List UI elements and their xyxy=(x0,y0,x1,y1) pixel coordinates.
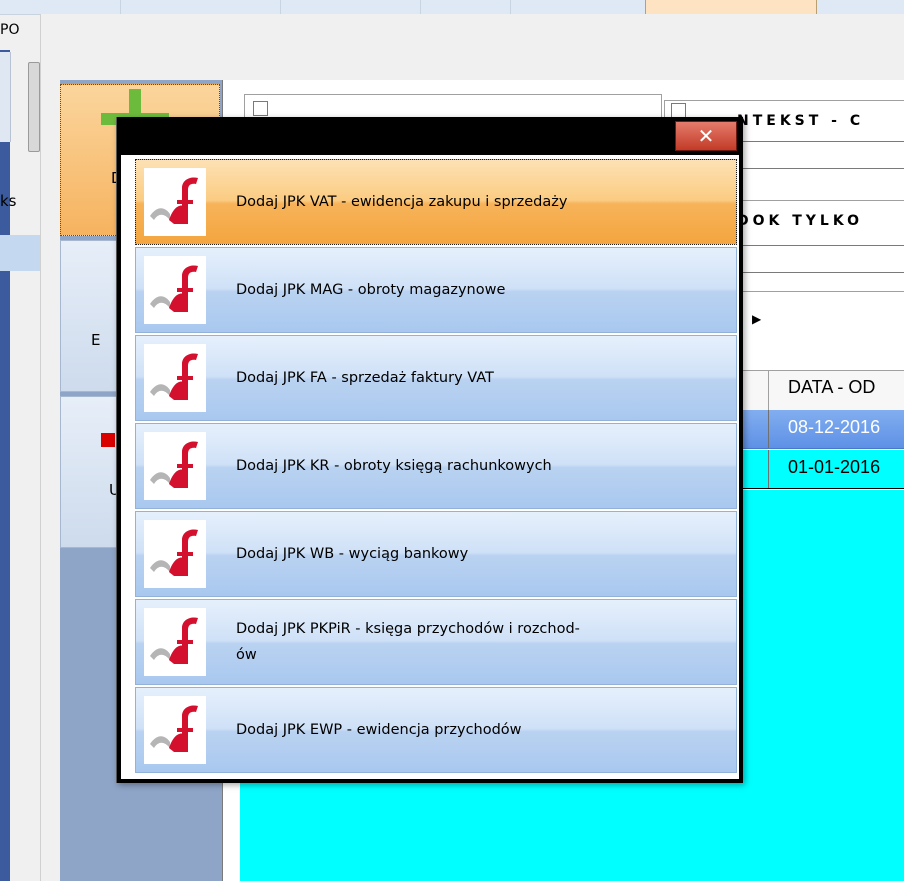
column-separator xyxy=(768,410,769,448)
dialog-body: Dodaj JPK VAT - ewidencja zakupu i sprze… xyxy=(121,155,739,779)
nav-button-label: E xyxy=(91,331,101,349)
menu-item-label: Dodaj JPK KR - obroty księgą rachunkowyc… xyxy=(236,458,552,474)
column-separator xyxy=(768,371,769,411)
mf-logo-icon xyxy=(144,608,206,676)
group-title: NTEKST - C xyxy=(737,113,865,129)
menu-item-label: Dodaj JPK MAG - obroty magazynowe xyxy=(236,282,506,298)
cell-date: 01-01-2016 xyxy=(788,457,881,477)
column-header-date[interactable]: DATA - OD xyxy=(788,377,875,398)
left-label-fragment: ks xyxy=(0,192,17,210)
menu-item-jpk-kr[interactable]: Dodaj JPK KR - obroty księgą rachunkowyc… xyxy=(135,423,737,509)
mf-logo-icon xyxy=(144,696,206,764)
close-button[interactable]: ✕ xyxy=(675,121,737,151)
menu-item-jpk-ewp[interactable]: Dodaj JPK EWP - ewidencja przychodów xyxy=(135,687,737,773)
filter-checkbox[interactable] xyxy=(671,103,686,118)
app-title-fragment: PO xyxy=(0,22,20,38)
menu-item-label: Dodaj JPK FA - sprzedaż faktury VAT xyxy=(236,370,494,386)
mf-logo-icon xyxy=(144,520,206,588)
left-edge-panel xyxy=(0,50,10,881)
filter-checkbox[interactable] xyxy=(253,101,268,116)
top-cell xyxy=(0,0,121,14)
menu-item-jpk-wb[interactable]: Dodaj JPK WB - wyciąg bankowy xyxy=(135,511,737,597)
menu-item-label: Dodaj JPK PKPiR - księga przychodów i ro… xyxy=(236,621,580,663)
toolbar-grip xyxy=(28,62,40,152)
mf-logo-icon xyxy=(144,256,206,324)
menu-item-jpk-fa[interactable]: Dodaj JPK FA - sprzedaż faktury VAT xyxy=(135,335,737,421)
mf-logo-icon xyxy=(144,168,206,236)
top-cell xyxy=(420,0,511,14)
top-strip xyxy=(0,0,904,15)
jpk-dialog: ✕ Dodaj JPK VAT - ewidencja zakupu i spr… xyxy=(116,117,743,783)
play-arrow-icon[interactable]: ▶ xyxy=(752,312,761,326)
menu-item-label: Dodaj JPK WB - wyciąg bankowy xyxy=(236,546,469,562)
mf-logo-icon xyxy=(144,432,206,500)
left-edge-toolbar xyxy=(0,52,11,142)
top-cell xyxy=(280,0,421,14)
top-cell-active xyxy=(645,0,817,14)
doc-input[interactable] xyxy=(737,245,904,273)
group-title: DOK TYLKO xyxy=(737,213,863,229)
column-separator xyxy=(768,450,769,488)
menu-item-label: Dodaj JPK VAT - ewidencja zakupu i sprze… xyxy=(236,194,568,210)
mf-logo-icon xyxy=(144,344,206,412)
cell-date: 08-12-2016 xyxy=(788,417,881,437)
close-icon: ✕ xyxy=(697,124,715,148)
delete-icon xyxy=(101,433,115,447)
menu-item-jpk-pkpir[interactable]: Dodaj JPK PKPiR - księga przychodów i ro… xyxy=(135,599,737,685)
menu-item-jpk-vat[interactable]: Dodaj JPK VAT - ewidencja zakupu i sprze… xyxy=(135,159,737,245)
menu-item-jpk-mag[interactable]: Dodaj JPK MAG - obroty magazynowe xyxy=(135,247,737,333)
context-input[interactable] xyxy=(737,141,904,169)
menu-item-label: Dodaj JPK EWP - ewidencja przychodów xyxy=(236,722,522,738)
top-cell xyxy=(120,0,281,14)
